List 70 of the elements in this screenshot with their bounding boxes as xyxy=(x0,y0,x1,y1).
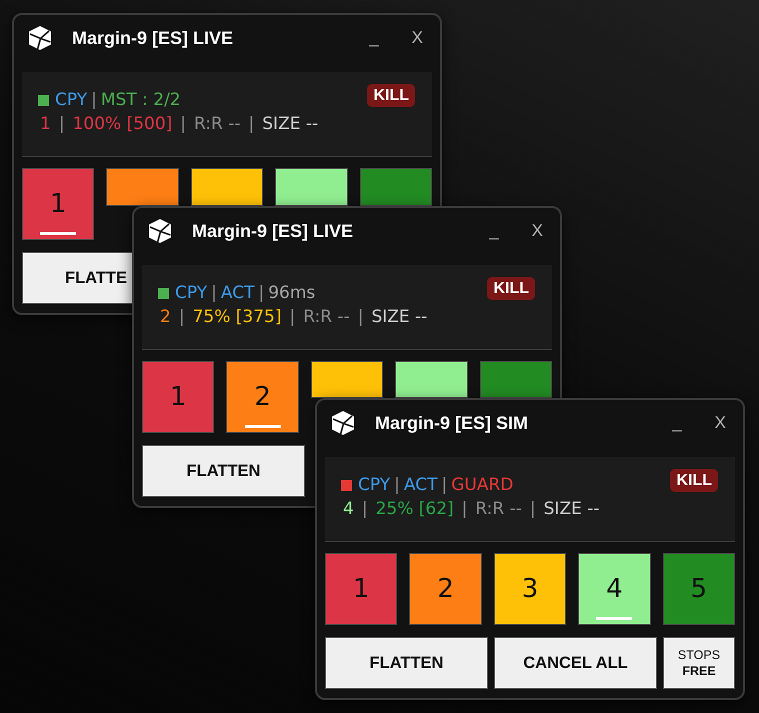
close-button[interactable]: X xyxy=(528,220,546,242)
status-text: R:R -- xyxy=(194,114,241,134)
action-button[interactable]: STOPS FREE xyxy=(663,637,735,689)
status-text: R:R -- xyxy=(303,307,350,327)
underline-icon xyxy=(244,425,281,428)
level-button[interactable] xyxy=(275,168,348,206)
status-text: 2 xyxy=(160,307,171,327)
status-text: SIZE -- xyxy=(544,499,600,519)
status-text: MST : 2/2 xyxy=(100,90,181,110)
status-text: 1 xyxy=(40,114,51,134)
status-text: ACT xyxy=(220,283,254,303)
action-button[interactable]: FLATTE xyxy=(22,252,132,304)
status-text: 75% [375] xyxy=(192,307,282,327)
separator-text: | xyxy=(58,114,65,134)
separator-text: | xyxy=(91,90,97,110)
minimize-button[interactable]: _ xyxy=(366,27,382,49)
status-text: SIZE -- xyxy=(262,114,318,134)
underline-icon xyxy=(40,232,76,235)
separator-text: | xyxy=(530,499,536,519)
level-button[interactable]: 2 xyxy=(226,361,299,433)
window-title: Margin-9 [ES] LIVE xyxy=(72,28,234,48)
level-button[interactable]: 2 xyxy=(409,553,482,625)
close-button[interactable]: X xyxy=(408,27,426,49)
cube-logo-icon xyxy=(331,410,355,436)
separator-text: | xyxy=(362,499,368,519)
status-text: 96ms xyxy=(268,283,316,303)
minimize-button[interactable]: _ xyxy=(669,412,685,434)
separator-text: | xyxy=(358,307,364,327)
separator-text: | xyxy=(178,307,185,327)
level-button[interactable] xyxy=(190,168,264,206)
kill-button[interactable]: KILL xyxy=(367,84,415,107)
level-button[interactable] xyxy=(395,361,468,398)
level-button[interactable] xyxy=(310,361,384,398)
status-text: 100% [500] xyxy=(72,114,172,134)
underline-icon xyxy=(596,617,632,620)
level-button[interactable]: 4 xyxy=(578,553,651,625)
status-text: GUARD xyxy=(451,475,514,495)
kill-button[interactable]: KILL xyxy=(670,469,718,492)
status-text: CPY xyxy=(358,475,390,495)
level-button[interactable]: 1 xyxy=(325,553,398,625)
separator-text: | xyxy=(211,283,217,303)
status-text: 4 xyxy=(343,499,354,519)
close-button[interactable]: X xyxy=(712,412,729,434)
level-button[interactable]: 1 xyxy=(142,361,214,433)
action-button[interactable]: FLATTEN xyxy=(142,445,305,497)
separator-text: | xyxy=(289,307,296,327)
cube-logo-icon xyxy=(28,25,52,51)
level-button[interactable]: 5 xyxy=(662,553,735,625)
action-button[interactable]: FLATTEN xyxy=(325,637,488,689)
separator-text: | xyxy=(248,114,254,134)
status-text: SIZE -- xyxy=(371,307,428,327)
window-title: Margin-9 [ES] LIVE xyxy=(192,220,354,242)
separator-text: | xyxy=(441,475,448,495)
cube-logo-icon xyxy=(148,218,172,244)
level-button[interactable]: 1 xyxy=(22,168,94,240)
separator-text: | xyxy=(258,283,264,303)
status-text: R:R -- xyxy=(475,499,522,519)
status-text: CPY xyxy=(55,90,88,110)
status-text: CPY xyxy=(175,283,208,303)
separator-text: | xyxy=(394,475,400,495)
window-title: Margin-9 [ES] SIM xyxy=(375,412,528,434)
kill-button[interactable]: KILL xyxy=(487,277,535,300)
separator-text: | xyxy=(462,499,468,519)
level-button[interactable]: 3 xyxy=(494,553,566,625)
level-button[interactable] xyxy=(106,168,179,206)
status-text: 25% [62] xyxy=(376,499,454,519)
action-button[interactable]: CANCEL ALL xyxy=(494,637,657,689)
separator-text: | xyxy=(180,114,186,134)
minimize-button[interactable]: _ xyxy=(486,220,502,242)
status-text: ACT xyxy=(404,475,438,495)
